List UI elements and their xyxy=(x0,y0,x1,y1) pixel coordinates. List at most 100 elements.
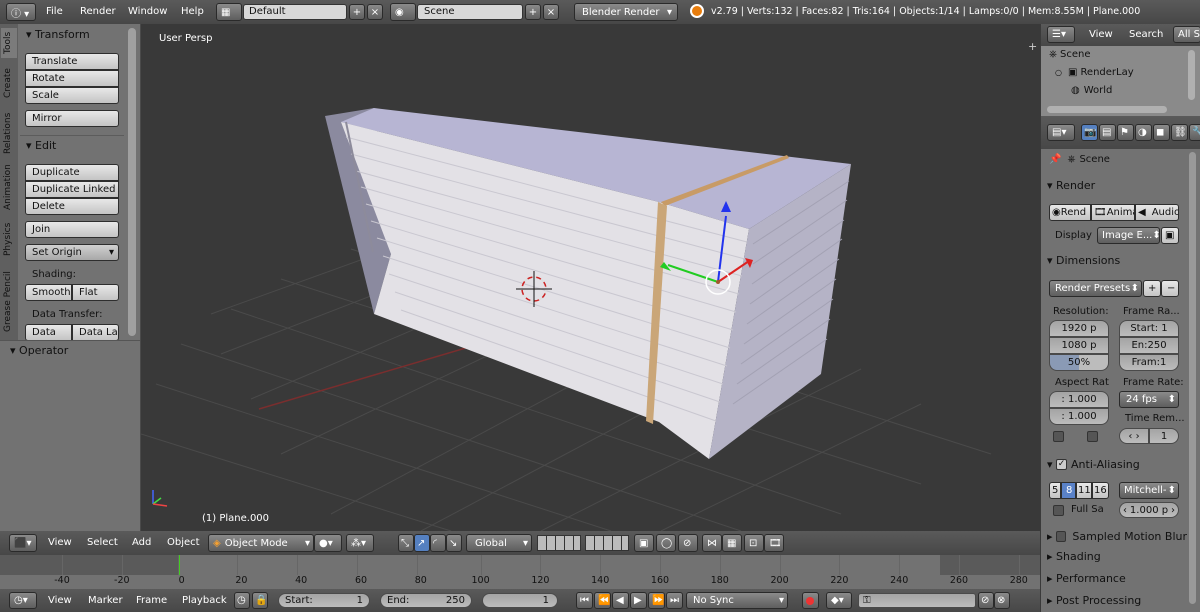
play-icon[interactable]: ▶ xyxy=(630,592,647,609)
render-animation-button[interactable]: 🎞Anima xyxy=(1091,204,1135,221)
opengl-anim-icon[interactable]: 🎞 xyxy=(764,534,784,552)
aa-sample-16[interactable]: 16 xyxy=(1092,482,1109,499)
properties-editor-type-button[interactable]: ▤▾ xyxy=(1047,124,1075,141)
presets-remove-icon[interactable]: − xyxy=(1161,280,1179,297)
aspect-x-field[interactable]: : 1.000 xyxy=(1049,391,1109,408)
flat-button[interactable]: Flat xyxy=(72,284,119,301)
keying-set-icon[interactable]: ◆▾ xyxy=(826,592,852,609)
frame-step-field[interactable]: Fram:1 xyxy=(1119,354,1179,371)
menu-view[interactable]: View xyxy=(48,537,72,548)
menu-render[interactable]: Render xyxy=(80,6,116,17)
delete-keyframe-icon[interactable]: ⊗ xyxy=(994,592,1010,609)
render-panel-header[interactable]: ▾ Render xyxy=(1047,179,1183,195)
tool-scrollbar[interactable] xyxy=(128,28,136,336)
layer-buttons-2[interactable] xyxy=(585,535,629,551)
lock-range-icon[interactable]: 🔒 xyxy=(252,592,268,609)
play-reverse-icon[interactable]: ◀ xyxy=(612,592,629,609)
scene-tab-icon[interactable]: ⚑ xyxy=(1117,124,1134,141)
modifiers-tab-icon[interactable]: 🔧 xyxy=(1189,124,1200,141)
object-tab-icon[interactable]: ◼ xyxy=(1153,124,1170,141)
scene-add-icon[interactable]: + xyxy=(525,4,541,20)
decrement-icon[interactable]: ‹ xyxy=(1123,505,1127,516)
motion-blur-panel-header[interactable]: ▸ Sampled Motion Blur xyxy=(1047,528,1187,544)
menu-help[interactable]: Help xyxy=(181,6,204,17)
menu-select[interactable]: Select xyxy=(87,537,118,548)
3d-viewport[interactable]: User Persp (1) Plane.000 + xyxy=(141,24,1040,531)
lock-interface-icon[interactable]: ▣ xyxy=(1161,227,1179,244)
keying-set-field[interactable]: ⚿ xyxy=(858,593,976,608)
insert-keyframe-icon[interactable]: ⊘ xyxy=(978,592,994,609)
tab-grease-pencil[interactable]: Grease Pencil xyxy=(1,264,17,334)
aspect-y-field[interactable]: : 1.000 xyxy=(1049,408,1109,425)
jump-end-icon[interactable]: ⏭ xyxy=(666,592,683,609)
render-presets-dropdown[interactable]: Render Presets ⬍ xyxy=(1049,280,1142,297)
mirror-button[interactable]: Mirror xyxy=(25,110,119,127)
outliner-item-world[interactable]: ◍ World xyxy=(1071,85,1112,96)
layout-field[interactable]: Default xyxy=(243,4,347,20)
frame-end-field[interactable]: En:250 xyxy=(1119,337,1179,354)
world-tab-icon[interactable]: ◑ xyxy=(1135,124,1152,141)
frame-start-field[interactable]: Start: 1 xyxy=(1119,320,1179,337)
snap-icon[interactable]: ⋈ xyxy=(702,534,722,552)
translate-manipulator-icon[interactable]: ↗ xyxy=(414,534,430,552)
scene-type-button[interactable]: ◉ xyxy=(390,3,416,21)
preview-range-icon[interactable]: ◷ xyxy=(234,592,250,609)
timeline-menu-view[interactable]: View xyxy=(48,595,72,606)
join-button[interactable]: Join xyxy=(25,221,119,238)
add-region-plus-icon[interactable]: + xyxy=(1028,41,1038,52)
aa-filter-dropdown[interactable]: Mitchell- ⬍ xyxy=(1119,482,1179,499)
transform-panel-title[interactable]: ▾ Transform xyxy=(26,28,90,41)
time-remap-old-field[interactable]: ‹ › xyxy=(1119,428,1149,444)
layout-add-icon[interactable]: + xyxy=(349,4,365,20)
proportional-edit-icon[interactable]: ⊘ xyxy=(678,534,698,552)
anti-aliasing-panel-header[interactable]: ▾ ✓ Anti-Aliasing xyxy=(1047,456,1183,472)
box-object[interactable] xyxy=(325,108,851,459)
snap-target-icon[interactable]: ▦ xyxy=(722,534,742,552)
menu-add[interactable]: Add xyxy=(132,537,151,548)
aa-sample-5[interactable]: 5 xyxy=(1049,482,1061,499)
outliner-menu-search[interactable]: Search xyxy=(1129,29,1163,40)
timeline-menu-frame[interactable]: Frame xyxy=(136,595,167,606)
properties-scrollbar[interactable] xyxy=(1189,152,1196,604)
border-checkbox[interactable] xyxy=(1053,431,1064,442)
render-tab-icon[interactable]: 📷 xyxy=(1081,124,1098,141)
tab-animation[interactable]: Animation xyxy=(1,162,17,212)
set-origin-dropdown[interactable]: Set Origin ▾ xyxy=(25,244,119,261)
resolution-y-field[interactable]: 1080 p xyxy=(1049,337,1109,354)
post-processing-panel-header[interactable]: ▸ Post Processing xyxy=(1047,594,1187,610)
data-layout-button[interactable]: Data La xyxy=(72,324,119,341)
timeline-menu-playback[interactable]: Playback xyxy=(182,595,227,606)
outliner-display-dropdown[interactable]: All Sc xyxy=(1173,26,1200,43)
layer-lock-icon[interactable]: ▣ xyxy=(634,534,654,552)
pivot-point-dropdown[interactable]: ⁂▾ xyxy=(346,534,374,552)
rotate-manipulator-icon[interactable]: ◜ xyxy=(430,534,446,552)
outliner-v-scrollbar[interactable] xyxy=(1188,50,1195,100)
increment-icon[interactable]: › xyxy=(1171,505,1175,516)
resolution-percent-field[interactable]: 50% xyxy=(1049,354,1109,371)
render-preview-icon[interactable]: ◯ xyxy=(656,534,676,552)
opengl-render-icon[interactable]: ⊡ xyxy=(744,534,764,552)
outliner-h-scrollbar[interactable] xyxy=(1047,106,1167,113)
jump-start-icon[interactable]: ⏮ xyxy=(576,592,593,609)
manipulator-toggle-icon[interactable]: ⤡ xyxy=(398,534,414,552)
render-image-button[interactable]: ◉ Rend xyxy=(1049,204,1091,221)
aa-sample-11[interactable]: 11 xyxy=(1076,482,1092,499)
aa-checkbox[interactable]: ✓ xyxy=(1056,458,1068,470)
outliner-item-scene[interactable]: ⎈ Scene xyxy=(1049,49,1091,60)
scene-field[interactable]: Scene xyxy=(417,4,523,20)
tab-create[interactable]: Create xyxy=(1,64,17,102)
menu-object[interactable]: Object xyxy=(167,537,200,548)
full-sample-checkbox[interactable] xyxy=(1053,505,1064,516)
data-button[interactable]: Data xyxy=(25,324,72,341)
render-audio-button[interactable]: ◀ Audio xyxy=(1135,204,1179,221)
presets-add-icon[interactable]: + xyxy=(1143,280,1161,297)
display-dropdown[interactable]: Image E... ⬍ xyxy=(1097,227,1160,244)
performance-panel-header[interactable]: ▸ Performance xyxy=(1047,572,1183,588)
tab-tools[interactable]: Tools xyxy=(1,28,17,58)
smooth-button[interactable]: Smooth xyxy=(25,284,72,301)
render-layers-tab-icon[interactable]: ▤ xyxy=(1099,124,1116,141)
start-frame-field[interactable]: Start: 1 xyxy=(278,593,370,608)
scale-manipulator-icon[interactable]: ↘ xyxy=(446,534,462,552)
sync-dropdown[interactable]: No Sync ▾ xyxy=(686,592,788,609)
shading-panel-header[interactable]: ▸ Shading xyxy=(1047,550,1183,566)
